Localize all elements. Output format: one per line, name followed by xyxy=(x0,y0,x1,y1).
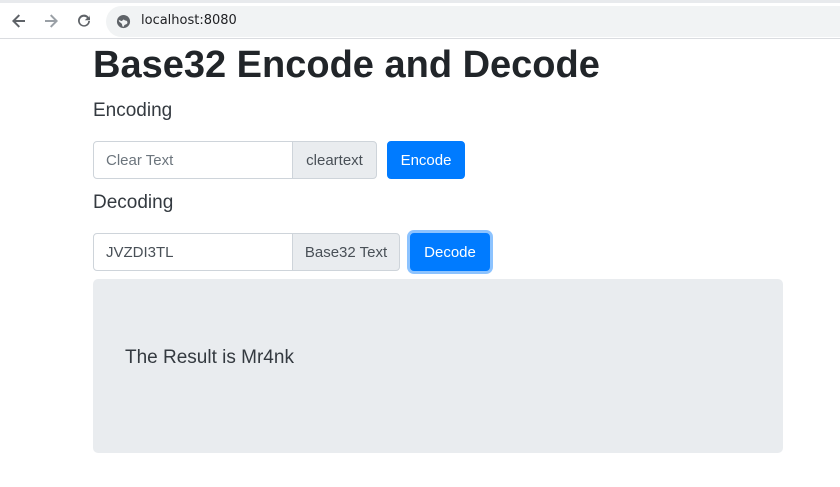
base32-text-addon: Base32 Text xyxy=(292,233,400,271)
result-text: The Result is Mr4nk xyxy=(125,347,294,368)
url-text[interactable]: localhost:8080 xyxy=(141,13,237,28)
result-panel: The Result is Mr4nk xyxy=(93,279,783,453)
reload-icon xyxy=(78,14,90,27)
reload-button[interactable] xyxy=(71,8,97,34)
clear-text-input[interactable] xyxy=(93,141,293,179)
address-bar[interactable]: localhost:8080 xyxy=(106,6,840,37)
cleartext-addon: cleartext xyxy=(292,141,377,179)
back-button[interactable] xyxy=(6,8,32,34)
browser-toolbar: localhost:8080 xyxy=(0,0,840,39)
forward-arrow-icon xyxy=(45,14,58,28)
page-title: Base32 Encode and Decode xyxy=(93,44,600,86)
forward-button[interactable] xyxy=(38,8,64,34)
site-info-icon[interactable] xyxy=(116,14,131,29)
decoding-heading: Decoding xyxy=(93,192,174,213)
decode-button[interactable]: Decode xyxy=(410,233,490,271)
base32-text-input[interactable] xyxy=(93,233,293,271)
encode-button[interactable]: Encode xyxy=(387,141,465,179)
encoding-heading: Encoding xyxy=(93,100,173,121)
back-arrow-icon xyxy=(12,14,25,28)
